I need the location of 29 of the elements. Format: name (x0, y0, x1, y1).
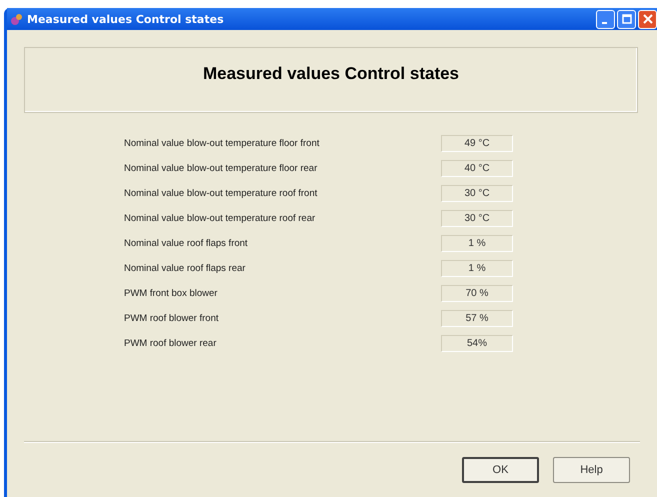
close-icon (642, 14, 652, 24)
value-field: 1 % (441, 235, 513, 252)
value-field: 70 % (441, 285, 513, 302)
value-field: 1 % (441, 260, 513, 277)
heading: Measured values Control states (202, 64, 460, 84)
value-field: 30 °C (441, 210, 513, 227)
window-title: Measured values Control states (27, 12, 225, 26)
value-field: 57 % (441, 310, 513, 327)
ok-button[interactable]: OK (462, 457, 539, 483)
field-label: Nominal value blow-out temperature floor rear (124, 163, 318, 174)
minimize-icon (602, 22, 606, 24)
value-field: 54% (441, 335, 513, 352)
value-field: 40 °C (441, 160, 513, 177)
close-button[interactable] (638, 10, 657, 28)
maximize-icon (622, 14, 632, 24)
field-label: Nominal value blow-out temperature roof rear (124, 213, 316, 224)
help-button[interactable]: Help (553, 457, 630, 483)
field-label: PWM roof blower rear (124, 338, 218, 349)
field-label: Nominal value roof flaps rear (124, 263, 246, 274)
value-field: 49 °C (441, 135, 513, 152)
value-field: 30 °C (441, 185, 513, 202)
field-label: Nominal value blow-out temperature floor front (124, 138, 320, 149)
field-label: PWM front box blower (124, 288, 218, 299)
maximize-button[interactable] (617, 10, 636, 28)
app-icon (10, 12, 23, 26)
field-label: PWM roof blower front (124, 313, 220, 324)
field-label: Nominal value roof flaps front (124, 238, 249, 249)
minimize-button[interactable] (596, 10, 615, 28)
field-label: Nominal value blow-out temperature roof front (124, 188, 318, 199)
